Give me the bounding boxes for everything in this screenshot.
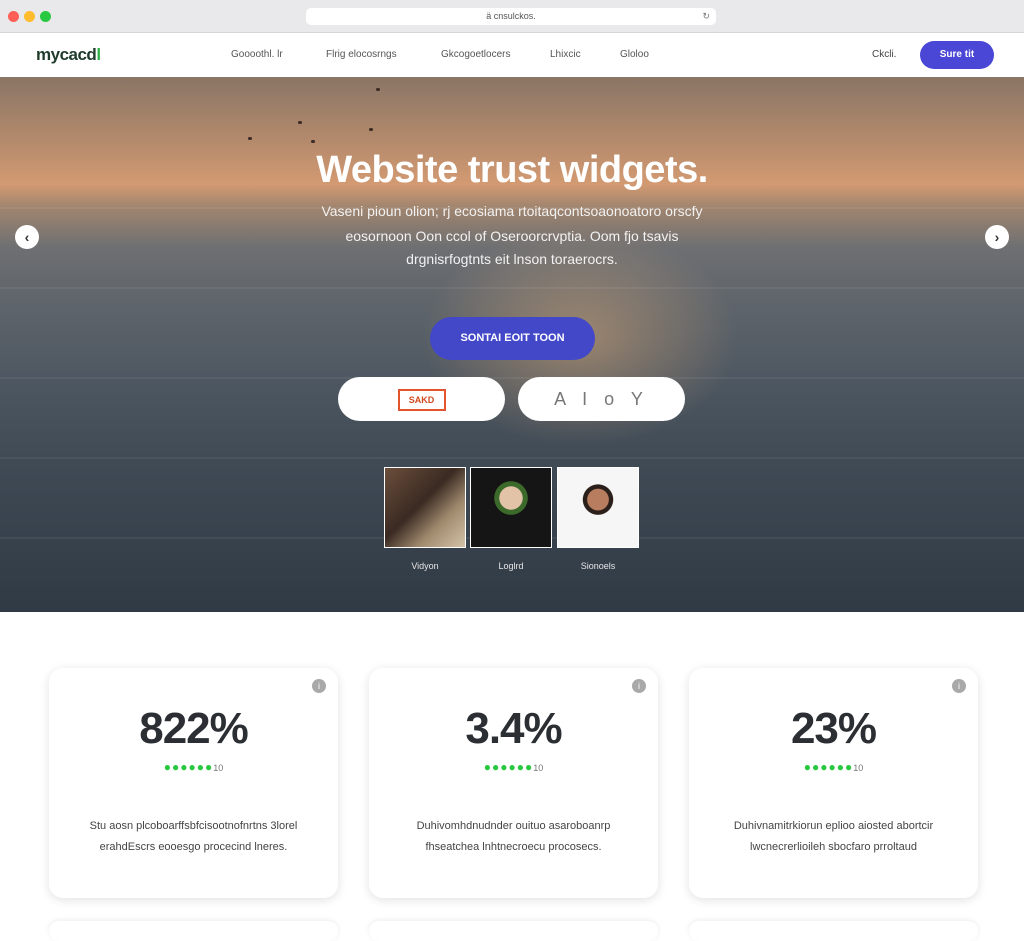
chevron-left-icon[interactable]: ‹ xyxy=(15,225,39,249)
stat-card-partial xyxy=(369,921,658,941)
hero-section: Website trust widgets. Vaseni pioun olio… xyxy=(0,77,1024,612)
bird-icon xyxy=(298,121,302,124)
water-line xyxy=(0,377,1024,379)
stat-description: Duhivomhdnudnder ouituo asaroboanrp fhse… xyxy=(416,820,611,853)
stat-card: i 3.4% ●●●●●●10 Duhivomhdnudnder ouituo … xyxy=(369,668,658,898)
star-rating: ●●●●●●10 xyxy=(49,760,338,774)
nav-secondary-link[interactable]: Ckcli. xyxy=(872,49,896,60)
stat-card-partial xyxy=(689,921,978,941)
testimonial-photo[interactable] xyxy=(470,467,552,548)
trust-badge-pill[interactable]: SAKD xyxy=(338,377,505,421)
testimonial-photo[interactable] xyxy=(557,467,639,548)
browser-chrome: ä cnsulckos. ↻ xyxy=(0,0,1024,33)
bird-icon xyxy=(311,140,315,143)
stat-description: Duhivnamitrkiorun eplioo aiosted abortci… xyxy=(733,820,934,853)
nav-link-1[interactable]: Goooothl. lr xyxy=(231,49,283,60)
minimize-window-button[interactable] xyxy=(24,11,35,22)
hero-subtitle-line: eosornoon Oon ccol of Oseroorcrvptia. Oo… xyxy=(345,228,679,244)
info-icon[interactable]: i xyxy=(952,679,966,693)
address-bar[interactable]: ä cnsulckos. ↻ xyxy=(306,8,716,25)
stat-value: 3.4% xyxy=(465,704,562,753)
star-icons: ●●●●●● xyxy=(163,760,214,774)
rating-count: 10 xyxy=(533,763,544,773)
hero-subtitle-line: drgnisrfogtnts eit lnson toraerocrs. xyxy=(406,251,618,267)
water-line xyxy=(0,287,1024,289)
maximize-window-button[interactable] xyxy=(40,11,51,22)
nav-link-2[interactable]: Flrig elocosrngs xyxy=(326,49,397,60)
bird-icon xyxy=(248,137,252,140)
review-badge-logo: SAKD xyxy=(397,389,446,411)
stat-card-partial xyxy=(49,921,338,941)
bird-icon xyxy=(376,88,380,91)
testimonial-photo[interactable] xyxy=(384,467,466,548)
site-header: mycacdl Goooothl. lr Flrig elocosrngs Gk… xyxy=(0,33,1024,77)
hero-cta-button[interactable]: SONTAI EOIT TOON xyxy=(430,317,595,360)
rating-logo-pill[interactable]: A I o Y xyxy=(518,377,685,421)
nav-cta-button[interactable]: Sure tit xyxy=(920,41,994,69)
nav-link-5[interactable]: Gloloo xyxy=(620,49,649,60)
rating-count: 10 xyxy=(213,763,224,773)
testimonial-name: Sionoels xyxy=(580,561,616,571)
chevron-right-icon[interactable]: › xyxy=(985,225,1009,249)
stat-description: Stu aosn plcoboarffsbfcisootnofnrtns 3lo… xyxy=(89,820,298,853)
hero-subtitle-line: Vaseni pioun olion; rj ecosiama rtoitaqc… xyxy=(321,203,703,219)
star-rating: ●●●●●●10 xyxy=(369,760,658,774)
nav-link-4[interactable]: Lhixcic xyxy=(550,49,581,60)
star-rating: ●●●●●●10 xyxy=(689,760,978,774)
info-icon[interactable]: i xyxy=(632,679,646,693)
reload-icon[interactable]: ↻ xyxy=(702,8,710,25)
star-icons: ●●●●●● xyxy=(483,760,534,774)
water-line xyxy=(0,457,1024,459)
stat-card: i 822% ●●●●●●10 Stu aosn plcoboarffsbfci… xyxy=(49,668,338,898)
stat-card: i 23% ●●●●●●10 Duhivnamitrkiorun eplioo … xyxy=(689,668,978,898)
url-text: ä cnsulckos. xyxy=(486,11,536,21)
bird-icon xyxy=(369,128,373,131)
stat-value: 822% xyxy=(139,704,249,753)
testimonial-name: Loglrd xyxy=(498,561,524,571)
star-icons: ●●●●●● xyxy=(803,760,854,774)
hero-title: Website trust widgets. xyxy=(316,149,708,191)
testimonial-name: Vidyon xyxy=(411,561,439,571)
rating-count: 10 xyxy=(853,763,864,773)
info-icon[interactable]: i xyxy=(312,679,326,693)
site-logo[interactable]: mycacdl xyxy=(36,45,101,65)
nav-link-3[interactable]: Gkcogoetlocers xyxy=(441,49,510,60)
stat-value: 23% xyxy=(790,704,877,753)
close-window-button[interactable] xyxy=(8,11,19,22)
